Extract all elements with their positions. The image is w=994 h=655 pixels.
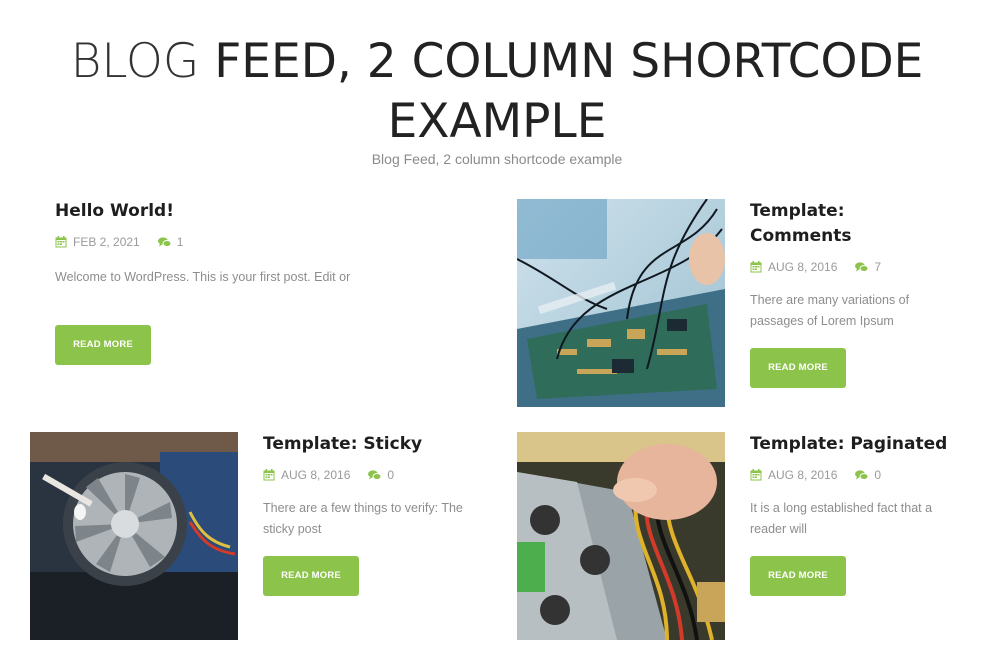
read-more-button[interactable]: READ MORE xyxy=(750,556,846,596)
read-more-button[interactable]: READ MORE xyxy=(55,325,151,365)
post-date: AUG 8, 2016 xyxy=(768,468,838,482)
post-comment-count[interactable]: 0 xyxy=(387,468,394,482)
post-thumbnail-cooling-fan[interactable] xyxy=(30,432,238,640)
post-thumbnail-circuit-board[interactable] xyxy=(517,199,725,407)
post-title-line2[interactable]: Comments xyxy=(750,226,851,246)
post-excerpt: There are many variations of passages of… xyxy=(750,290,980,332)
comment-icon xyxy=(855,261,869,273)
read-more-button[interactable]: READ MORE xyxy=(263,556,359,596)
post-card-template-sticky: Template: Sticky AUG 8, 2016 0 There are… xyxy=(263,432,493,596)
post-title[interactable]: Hello World! xyxy=(55,199,475,224)
comment-icon xyxy=(855,469,869,481)
post-excerpt: Welcome to WordPress. This is your first… xyxy=(55,270,351,284)
calendar-icon xyxy=(263,469,275,481)
post-comment-count[interactable]: 0 xyxy=(874,468,881,482)
read-more-button[interactable]: READ MORE xyxy=(750,348,846,388)
post-excerpt-line1: There are many variations of xyxy=(750,293,910,307)
post-meta: AUG 8, 2016 0 xyxy=(750,468,980,482)
post-thumbnail-power-connector[interactable] xyxy=(517,432,725,640)
page-subtitle: Blog Feed, 2 column shortcode example xyxy=(371,151,623,167)
post-date: AUG 8, 2016 xyxy=(281,468,351,482)
page-title: BLOG FEED, 2 COLUMN SHORTCODE EXAMPLE xyxy=(0,32,994,152)
post-title[interactable]: Template: Paginated xyxy=(750,432,980,457)
page-title-line2: EXAMPLE xyxy=(387,94,607,149)
post-date: FEB 2, 2021 xyxy=(73,235,140,249)
post-title[interactable]: Template: Comments xyxy=(750,199,980,249)
post-meta: AUG 8, 2016 0 xyxy=(263,468,493,482)
post-card-template-paginated: Template: Paginated AUG 8, 2016 0 It is … xyxy=(750,432,980,596)
post-card-hello-world: Hello World! FEB 2, 2021 1 Welcome to Wo… xyxy=(55,199,475,365)
post-excerpt: There are a few things to verify: The st… xyxy=(263,498,493,540)
post-excerpt-line1: It is a long established fact that a xyxy=(750,501,933,515)
post-date: AUG 8, 2016 xyxy=(768,260,838,274)
post-excerpt-line2: sticky post xyxy=(263,522,322,536)
comment-icon xyxy=(157,236,172,248)
post-excerpt-line2: passages of Lorem Ipsum xyxy=(750,314,894,328)
calendar-icon xyxy=(750,469,762,481)
post-title-line1[interactable]: Template: xyxy=(750,201,845,221)
post-excerpt-line2: reader will xyxy=(750,522,807,536)
post-comment-count[interactable]: 7 xyxy=(874,260,881,274)
comment-icon xyxy=(368,469,382,481)
post-excerpt: It is a long established fact that a rea… xyxy=(750,498,980,540)
post-excerpt-line1: There are a few things to verify: The xyxy=(263,501,463,515)
post-meta: FEB 2, 2021 1 xyxy=(55,235,475,249)
post-title[interactable]: Template: Sticky xyxy=(263,432,493,457)
post-card-template-comments: Template: Comments AUG 8, 2016 7 There a… xyxy=(750,199,980,388)
calendar-icon xyxy=(55,236,67,248)
page-title-rest: FEED, 2 COLUMN SHORTCODE xyxy=(214,34,924,89)
post-comment-count[interactable]: 1 xyxy=(177,235,184,249)
post-meta: AUG 8, 2016 7 xyxy=(750,260,980,274)
calendar-icon xyxy=(750,261,762,273)
page-title-light-word: BLOG xyxy=(70,34,200,89)
